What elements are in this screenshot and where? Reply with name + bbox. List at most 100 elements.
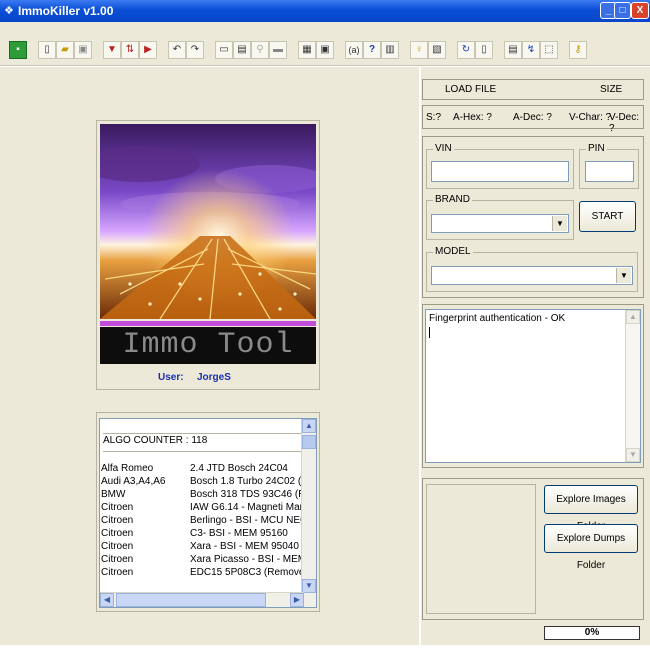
algo-vscrollbar[interactable]: ▲ ▼ [301,419,316,607]
brand-group: BRAND ▼ [426,194,574,240]
open-folder-icon[interactable]: ▰ [56,41,74,59]
progress-bar: 0% [544,626,640,640]
save-icon[interactable]: ▣ [74,41,92,59]
undo-icon[interactable]: ↶ [168,41,186,59]
chip-icon[interactable]: ▪ [9,41,27,59]
scroll-thumb[interactable] [302,435,316,449]
erase-icon[interactable]: ▧ [428,41,446,59]
algo-brand: Citroen [101,528,134,539]
vin-group: VIN [426,143,574,189]
divider [103,433,303,434]
menu-strip [0,22,650,36]
log-textarea[interactable]: Fingerprint authentication - OK ▲ ▼ [425,309,641,463]
v-dec-value: V-Dec: ? [609,112,640,134]
scroll-down-icon[interactable]: ▼ [302,579,316,593]
algo-hscrollbar[interactable]: ◀ ▶ [100,592,304,607]
brand-label: BRAND [433,194,473,205]
s-value: S:? [426,112,442,123]
key-icon[interactable]: ♀ [410,41,428,59]
book-icon[interactable]: ▥ [381,41,399,59]
algo-list[interactable]: ALGO COUNTER : 118 Alfa Romeo 2.4 JTD Bos… [99,418,317,608]
algo-name: C3- BSI - MEM 95160 [190,528,288,539]
scroll-right-icon[interactable]: ▶ [290,593,304,607]
scroll-left-icon[interactable]: ◀ [100,593,114,607]
log-text: Fingerprint authentication - OK [429,313,566,324]
write-ecu-icon[interactable]: ▶ [139,41,157,59]
print-icon[interactable]: ▬ [269,41,287,59]
algo-name: Xara Picasso - BSI - MEM 95040 [190,554,316,565]
swap-icon[interactable]: ⇅ [121,41,139,59]
text-cursor [429,327,430,338]
select-icon[interactable]: ⬚ [540,41,558,59]
hscroll-thumb[interactable] [116,593,266,607]
algo-brand: Audi A3,A4,A6 [101,476,166,487]
algo-rows: Alfa Romeo 2.4 JTD Bosch 24C04 Audi A3,A4,… [101,463,316,593]
export-icon[interactable]: ▤ [504,41,522,59]
algo-name: Berlingo - BSI - MCU NEC [190,515,308,526]
v-char-value: V-Char: ? [569,112,612,123]
title-bar[interactable]: ❖ ImmoKiller v1.00 _ □ X [0,0,650,22]
scroll-up-icon[interactable]: ▲ [302,419,316,433]
progress-text: 0% [584,627,600,638]
algo-brand: Citroen [101,515,134,526]
reload-icon[interactable]: ↻ [457,41,475,59]
load-file-label: LOAD FILE [445,84,497,95]
algo-name: Bosch 318 TDS 93C46 (Remove Im [190,489,316,500]
algo-brand: Citroen [101,554,134,565]
find-icon[interactable]: ⚲ [251,41,269,59]
flash-icon[interactable]: ↯ [522,41,540,59]
model-label: MODEL [433,246,473,257]
algo-name: 2.4 JTD Bosch 24C04 [190,463,288,474]
maximize-button[interactable]: □ [614,2,631,19]
model-group: MODEL ▼ [426,246,638,292]
scroll-up-icon[interactable]: ▲ [626,310,640,324]
a-hex-value: A-Hex: ? [453,112,492,123]
calculator-icon[interactable]: ▦ [298,41,316,59]
help-icon[interactable]: ? [363,41,381,59]
chevron-down-icon[interactable]: ▼ [552,216,567,231]
algo-brand: Citroen [101,502,134,513]
pin-group: PIN [579,143,639,189]
paste-icon[interactable]: ▤ [233,41,251,59]
pin-label: PIN [586,143,607,154]
file-info-row: S:? A-Hex: ? A-Dec: ? V-Char: ? V-Dec: ? [422,105,644,134]
redo-icon[interactable]: ↷ [186,41,204,59]
size-label: SIZE [600,84,623,95]
explore-images-button[interactable]: Explore Images Folder [544,485,638,532]
file-header-row: LOAD FILE SIZE [422,79,644,100]
close-button[interactable]: X [631,2,649,19]
compare-icon[interactable]: ▯ [475,41,493,59]
app-icon: ❖ [4,5,14,17]
start-button[interactable]: START [579,201,636,232]
scroll-down-icon[interactable]: ▼ [626,448,640,462]
algo-name: Bosch 1.8 Turbo 24C02 (Remove In [190,476,316,487]
algo-brand: Citroen [101,541,134,552]
chevron-down-icon[interactable]: ▼ [616,268,631,283]
pin-input[interactable] [585,161,634,182]
accent-bar [100,321,316,326]
algo-name: EDC15 5P08C3 (Remove Immo) [190,567,316,578]
read-ecu-icon[interactable]: ▼ [103,41,121,59]
sunset-circuit-image [100,124,316,319]
algo-counter: ALGO COUNTER : 118 [103,435,208,446]
algo-brand: BMW [101,489,126,500]
text-mode-icon[interactable]: (a) [345,41,363,59]
divider [103,451,303,452]
model-dropdown[interactable]: ▼ [431,266,633,285]
user-label: User: [158,372,184,383]
lcd-title: Immo Tool [100,327,316,364]
log-vscrollbar[interactable]: ▲ ▼ [625,310,640,462]
algo-brand: Alfa Romeo [101,463,154,474]
algo-brand: Citroen [101,567,134,578]
toolbar: ▪ ▯ ▰ ▣ ▼ ⇅ ▶ ↶ ↷ ▭ ▤ ⚲ ▬ ▦ ▣ (a) ? ▥ ♀ … [0,36,650,66]
new-file-icon[interactable]: ▯ [38,41,56,59]
algo-name: Xara - BSI - MEM 95040 [190,541,299,552]
user-name: JorgeS [197,372,231,383]
checksum-icon[interactable]: ▣ [316,41,334,59]
brand-dropdown[interactable]: ▼ [431,214,569,233]
usb-icon[interactable]: ⚷ [569,41,587,59]
vin-input[interactable] [431,161,569,182]
copy-icon[interactable]: ▭ [215,41,233,59]
a-dec-value: A-Dec: ? [513,112,552,123]
explore-dumps-button[interactable]: Explore Dumps Folder [544,524,638,571]
